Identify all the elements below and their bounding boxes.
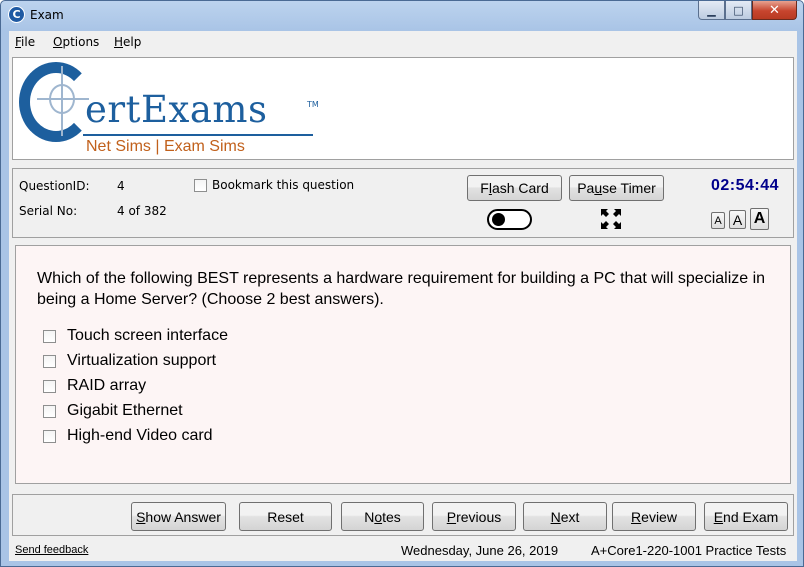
menu-file-label: ile (21, 35, 36, 49)
font-size-large-button[interactable]: A (750, 208, 769, 230)
show-answer-button[interactable]: Show Answer (131, 502, 226, 531)
menu-help-mnemonic: H (114, 35, 124, 49)
next-button[interactable]: Next (523, 502, 607, 531)
send-feedback-link[interactable]: Send feedback (15, 544, 88, 556)
logo-tagline: Net Sims | Exam Sims (86, 138, 245, 155)
serial-label: Serial No: (19, 204, 78, 218)
notes-button[interactable]: No tes (341, 502, 424, 531)
logo-banner: ertExams TM Net Sims | Exam Sims (12, 57, 794, 160)
end-exam-button[interactable]: End Exam (704, 502, 788, 531)
expand-fullscreen-icon[interactable] (601, 209, 621, 229)
review-button[interactable]: Review (612, 502, 696, 531)
next-label: ext (560, 508, 580, 525)
answer-option[interactable]: Virtualization support (43, 352, 216, 370)
show-answer-label: how Answer (145, 508, 221, 525)
question-id-value: 4 (117, 179, 125, 193)
menu-options[interactable]: Options (53, 35, 99, 49)
option-label[interactable]: Touch screen interface (67, 327, 228, 345)
app-icon: C (8, 6, 25, 23)
option-checkbox[interactable] (43, 379, 56, 393)
option-label[interactable]: High-end Video card (67, 427, 213, 445)
font-size-medium-button[interactable]: A (729, 210, 746, 229)
notes-label-a: N (364, 508, 375, 525)
end-exam-mnemonic: E (713, 508, 724, 525)
logo-trademark: TM (307, 100, 319, 109)
previous-button[interactable]: Previous (432, 502, 516, 531)
menu-file[interactable]: File (15, 35, 35, 49)
reset-button[interactable]: Reset (239, 502, 332, 531)
status-date: Wednesday, June 26, 2019 (401, 543, 559, 558)
option-checkbox[interactable] (43, 404, 56, 418)
pause-timer-label-b: se Timer (602, 180, 656, 196)
menu-bar: File Options Help (9, 31, 797, 53)
menu-options-label: ptions (62, 35, 100, 49)
option-label[interactable]: Gigabit Ethernet (67, 402, 183, 420)
notes-label-b: tes (382, 508, 401, 525)
serial-value: 4 of 382 (117, 204, 167, 218)
theme-toggle[interactable] (487, 209, 532, 230)
maximize-button[interactable]: □ (725, 1, 752, 20)
review-label: eview (641, 508, 677, 525)
question-id-label: QuestionID: (19, 179, 90, 193)
close-button[interactable]: ✕ (752, 1, 797, 20)
option-checkbox[interactable] (43, 354, 56, 368)
status-bar: Send feedback Wednesday, June 26, 2019 A… (9, 541, 797, 561)
show-answer-mnemonic: S (136, 508, 146, 525)
title-bar[interactable]: C Exam ▁ □ ✕ (1, 1, 803, 29)
answer-option[interactable]: Touch screen interface (43, 327, 228, 345)
previous-label: revious (456, 508, 502, 525)
option-label[interactable]: RAID array (67, 377, 146, 395)
flash-card-label-b: ash Card (491, 180, 549, 196)
pause-timer-mnemonic: u (594, 180, 603, 196)
question-text: Which of the following BEST represents a… (37, 270, 766, 308)
bookmark-checkbox[interactable] (194, 179, 207, 192)
option-checkbox[interactable] (43, 429, 56, 443)
review-mnemonic: R (631, 508, 642, 525)
answer-option[interactable]: High-end Video card (43, 427, 213, 445)
option-label[interactable]: Virtualization support (67, 352, 216, 370)
menu-help[interactable]: Help (114, 35, 141, 49)
exam-window: C Exam ▁ □ ✕ File Options Help ertExams … (0, 0, 804, 567)
notes-mnemonic: o (374, 508, 383, 525)
window-title: Exam (30, 8, 64, 22)
question-panel: Which of the following BEST represents a… (15, 245, 791, 484)
menu-help-label: elp (123, 35, 142, 49)
logo-underline (83, 134, 313, 136)
option-checkbox[interactable] (43, 329, 56, 343)
font-size-small-button[interactable]: A (711, 212, 725, 229)
toggle-knob (492, 213, 505, 226)
logo-brand-text: ertExams (85, 88, 268, 131)
previous-mnemonic: P (446, 508, 457, 525)
navigation-bar: Show Answer Reset No tes Previous Next Re… (12, 494, 794, 536)
pause-timer-label-a: Pa (577, 180, 595, 196)
next-mnemonic: N (550, 508, 561, 525)
client-area: File Options Help ertExams TM Net Sims |… (9, 31, 797, 561)
flash-card-label-a: F (480, 180, 489, 196)
end-exam-label: nd Exam (723, 508, 779, 525)
status-product: A+Core1-220-1001 Practice Tests (591, 543, 787, 558)
question-info-panel: QuestionID: 4 Serial No: 4 of 382 Bookma… (12, 168, 794, 238)
bookmark-label[interactable]: Bookmark this question (212, 178, 354, 192)
answer-option[interactable]: RAID array (43, 377, 146, 395)
flash-card-button[interactable]: Fl ash Card (467, 175, 562, 201)
window-controls: ▁ □ ✕ (698, 1, 797, 20)
minimize-button[interactable]: ▁ (698, 1, 725, 20)
logo-crosshair-ring (49, 84, 75, 114)
pause-timer-button[interactable]: Pa u se Timer (569, 175, 664, 201)
answer-option[interactable]: Gigabit Ethernet (43, 402, 183, 420)
exam-timer: 02:54:44 (711, 177, 780, 194)
